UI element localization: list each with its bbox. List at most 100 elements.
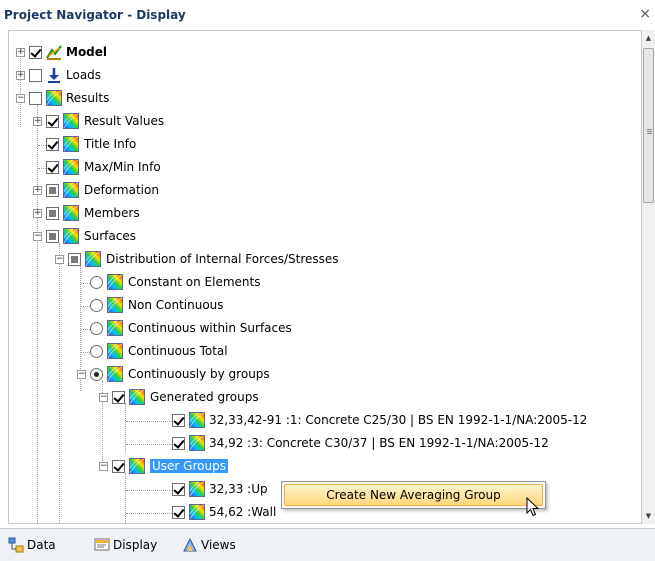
user-groups-label: User Groups	[150, 459, 228, 473]
surfaces-checkbox[interactable]	[46, 230, 59, 243]
display-icon	[94, 537, 110, 553]
result-values-label: Result Values	[84, 114, 165, 128]
tree-item-user-groups[interactable]: − User Groups	[9, 456, 629, 478]
generated-groups-label: Generated groups	[150, 390, 259, 404]
loads-checkbox[interactable]	[29, 69, 42, 82]
close-icon[interactable]: ×	[639, 6, 651, 22]
continuous-within-radio[interactable]	[90, 322, 103, 335]
results-gradient-icon	[107, 297, 123, 313]
continuous-within-label: Continuous within Surfaces	[128, 321, 292, 335]
model-checkbox[interactable]	[29, 46, 42, 59]
tree-item-surfaces[interactable]: − Surfaces	[9, 226, 629, 248]
scroll-down-icon[interactable]: ▼	[642, 508, 655, 524]
results-gradient-icon	[189, 412, 205, 428]
maxmin-info-checkbox[interactable]	[46, 161, 59, 174]
tab-views[interactable]: Views	[182, 535, 252, 555]
continuous-total-radio[interactable]	[90, 345, 103, 358]
results-gradient-icon	[63, 136, 79, 152]
expand-icon[interactable]: +	[16, 48, 25, 57]
tree-item-members[interactable]: + Members	[9, 203, 629, 225]
tree-item-distribution[interactable]: − Distribution of Internal Forces/Stress…	[9, 249, 629, 271]
model-label: Model	[66, 45, 108, 59]
results-gradient-icon	[63, 113, 79, 129]
results-gradient-icon	[189, 481, 205, 497]
user-groups-checkbox[interactable]	[112, 460, 125, 473]
tree-item-results[interactable]: − Results	[9, 88, 629, 110]
window-title: Project Navigator - Display	[4, 8, 186, 22]
collapse-icon[interactable]: −	[33, 232, 42, 241]
constant-label: Constant on Elements	[128, 275, 261, 289]
vertical-scrollbar[interactable]: ▲ ▼	[642, 30, 655, 524]
tree-item-result-values[interactable]: + Result Values	[9, 111, 629, 133]
tab-data[interactable]: Data	[8, 535, 68, 555]
deformation-checkbox[interactable]	[46, 184, 59, 197]
collapse-icon[interactable]: −	[99, 393, 108, 402]
result-values-checkbox[interactable]	[46, 115, 59, 128]
results-gradient-icon	[129, 389, 145, 405]
window-titlebar: Project Navigator - Display ×	[0, 0, 655, 30]
expand-icon[interactable]: +	[33, 186, 42, 195]
generated-groups-checkbox[interactable]	[112, 391, 125, 404]
gen-group-2-checkbox[interactable]	[172, 437, 185, 450]
collapse-icon[interactable]: −	[55, 255, 64, 264]
expand-icon[interactable]: +	[16, 71, 25, 80]
navigator-tabbar: Data Display Views	[0, 528, 655, 561]
gen-group-1-checkbox[interactable]	[172, 414, 185, 427]
mouse-cursor-icon	[526, 496, 540, 517]
tree-item-deformation[interactable]: + Deformation	[9, 180, 629, 202]
results-gradient-icon	[85, 251, 101, 267]
expand-icon[interactable]: +	[33, 117, 42, 126]
tree-item-constant-on-elements[interactable]: Constant on Elements	[9, 272, 629, 294]
maxmin-info-label: Max/Min Info	[84, 160, 161, 174]
expand-icon[interactable]: +	[33, 209, 42, 218]
results-label: Results	[66, 91, 110, 105]
tree-item-non-continuous[interactable]: Non Continuous	[9, 295, 629, 317]
deformation-label: Deformation	[84, 183, 159, 197]
tree-item-continuous-total[interactable]: Continuous Total	[9, 341, 629, 363]
user-group-1-checkbox[interactable]	[172, 483, 185, 496]
results-gradient-icon	[189, 504, 205, 520]
results-gradient-icon	[107, 366, 123, 382]
members-label: Members	[84, 206, 140, 220]
tree-item-maxmin-info[interactable]: Max/Min Info	[9, 157, 629, 179]
scroll-thumb[interactable]	[643, 48, 654, 203]
tree-item-model[interactable]: + Model	[9, 42, 629, 64]
results-gradient-icon	[46, 90, 62, 106]
tab-data-label: Data	[27, 538, 56, 552]
results-gradient-icon	[63, 182, 79, 198]
tree-item-continuously-by-groups[interactable]: − Continuously by groups	[9, 364, 629, 386]
distribution-label: Distribution of Internal Forces/Stresses	[106, 252, 339, 266]
tree-item-loads[interactable]: + Loads	[9, 65, 629, 87]
collapse-icon[interactable]: −	[77, 370, 86, 379]
gen-group-1-label: 32,33,42-91 :1: Concrete C25/30 | BS EN …	[209, 413, 588, 427]
scroll-up-icon[interactable]: ▲	[642, 30, 655, 46]
views-icon	[182, 537, 198, 553]
title-info-checkbox[interactable]	[46, 138, 59, 151]
results-gradient-icon	[63, 228, 79, 244]
tree-item-continuous-within[interactable]: Continuous within Surfaces	[9, 318, 629, 340]
results-gradient-icon	[189, 435, 205, 451]
tree-item-generated-group-1[interactable]: 32,33,42-91 :1: Concrete C25/30 | BS EN …	[9, 410, 639, 432]
tree-item-generated-groups[interactable]: − Generated groups	[9, 387, 629, 409]
collapse-icon[interactable]: −	[99, 462, 108, 471]
results-gradient-icon	[129, 458, 145, 474]
results-gradient-icon	[63, 159, 79, 175]
user-group-2-checkbox[interactable]	[172, 506, 185, 519]
tab-display-label: Display	[113, 538, 158, 552]
results-gradient-icon	[107, 343, 123, 359]
create-averaging-group-menu-item[interactable]: Create New Averaging Group	[284, 484, 543, 506]
collapse-icon[interactable]: −	[16, 94, 25, 103]
tab-display[interactable]: Display	[94, 535, 174, 555]
members-checkbox[interactable]	[46, 207, 59, 220]
tree-item-generated-group-2[interactable]: 34,92 :3: Concrete C30/37 | BS EN 1992-1…	[9, 433, 639, 455]
distribution-checkbox[interactable]	[68, 253, 81, 266]
results-checkbox[interactable]	[29, 92, 42, 105]
tab-views-label: Views	[201, 538, 236, 552]
constant-radio[interactable]	[90, 276, 103, 289]
by-groups-radio[interactable]	[90, 368, 103, 381]
non-continuous-label: Non Continuous	[128, 298, 224, 312]
loads-label: Loads	[66, 68, 102, 82]
title-info-label: Title Info	[84, 137, 137, 151]
non-continuous-radio[interactable]	[90, 299, 103, 312]
tree-item-title-info[interactable]: Title Info	[9, 134, 629, 156]
